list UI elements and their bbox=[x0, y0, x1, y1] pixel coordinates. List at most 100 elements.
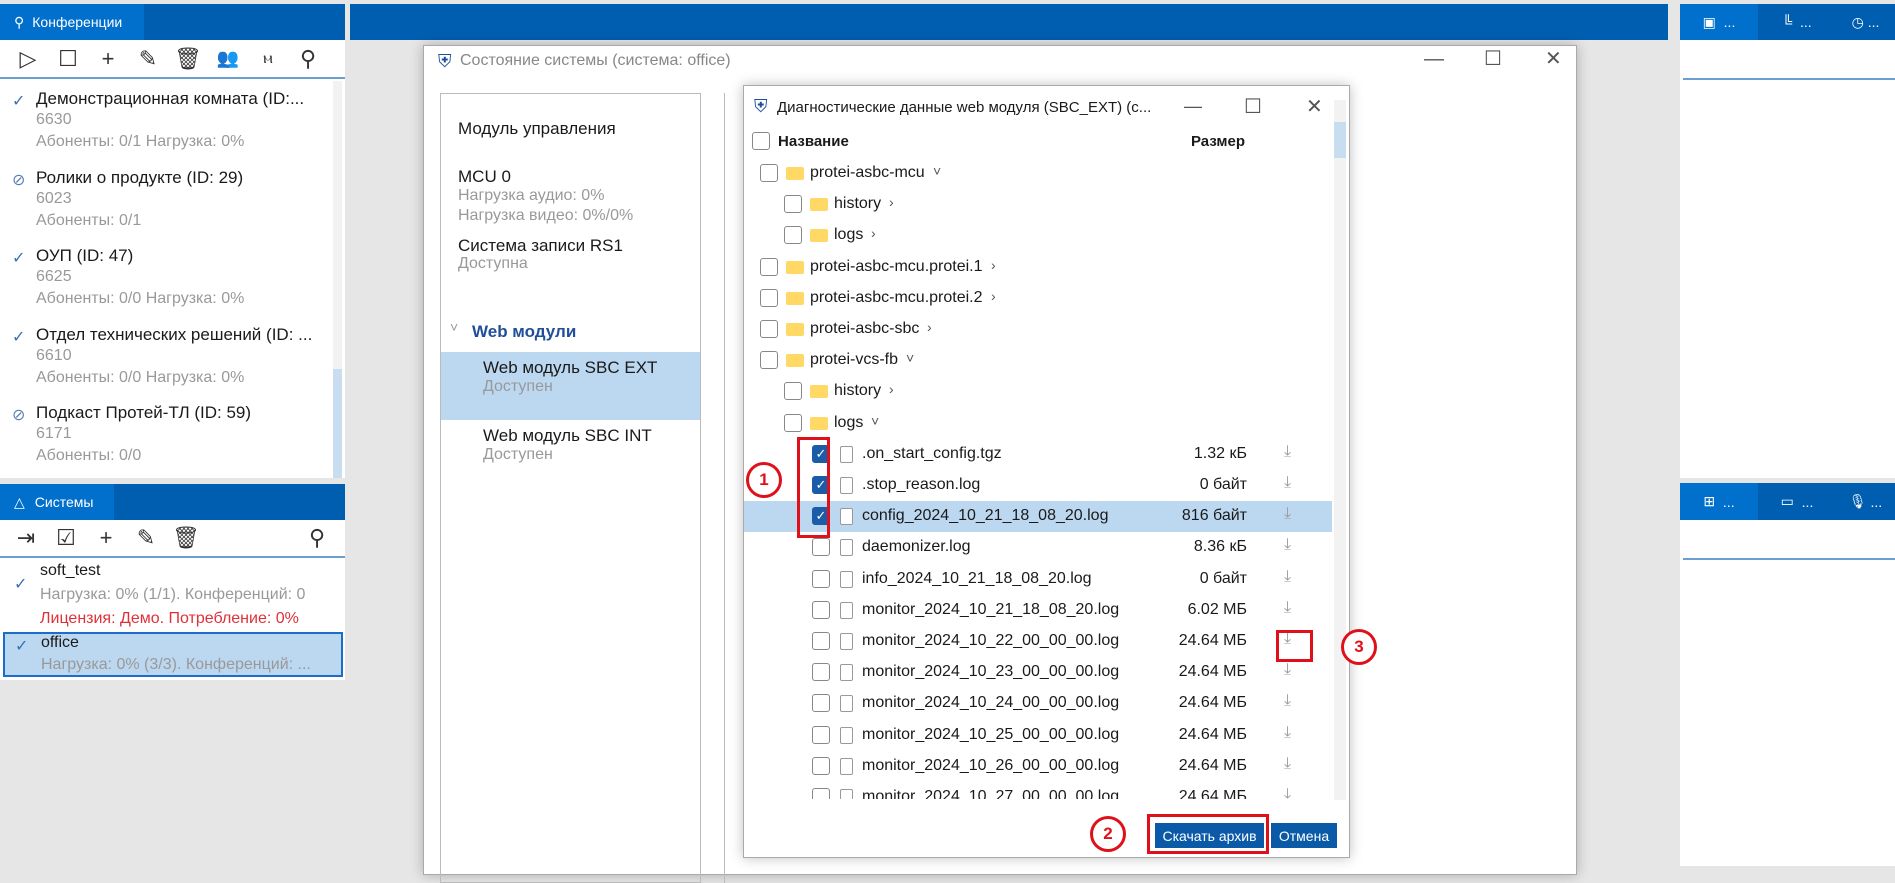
download-icon[interactable]: ⤓ bbox=[1284, 661, 1291, 679]
file-tree-scrollbar[interactable] bbox=[1334, 100, 1346, 800]
edit-icon[interactable]: ✎ bbox=[126, 525, 166, 551]
chevron-icon[interactable]: ˅ bbox=[906, 350, 914, 366]
web-module-sbc-int[interactable]: Web модуль SBC INT Доступен bbox=[441, 420, 700, 480]
download-icon[interactable]: ⤓ bbox=[1284, 755, 1291, 773]
close-button[interactable]: ✕ bbox=[1306, 94, 1323, 119]
row-checkbox[interactable] bbox=[812, 538, 830, 557]
row-checkbox[interactable] bbox=[760, 351, 778, 370]
contacts-tab[interactable]: ▣ ... bbox=[1680, 4, 1758, 40]
add-icon[interactable]: + bbox=[88, 46, 128, 72]
participants-icon[interactable]: 👥 bbox=[208, 48, 248, 69]
file-row[interactable]: monitor_2024_10_27_00_00_00.log 24.64 МБ ⤓ bbox=[744, 782, 1332, 799]
monitoring-tab[interactable]: ◷ ... bbox=[1836, 4, 1895, 40]
file-row[interactable]: monitor_2024_10_24_00_00_00.log 24.64 МБ ⤓ bbox=[744, 688, 1332, 719]
chevron-icon[interactable]: › bbox=[991, 257, 996, 273]
audio-tab[interactable]: 🎙 ... bbox=[1836, 483, 1895, 520]
group-icon[interactable]: ⲙ bbox=[248, 50, 288, 68]
folder-row[interactable]: history › bbox=[744, 376, 1332, 407]
search-icon[interactable]: ⚲ bbox=[288, 46, 328, 72]
download-icon[interactable]: ⤓ bbox=[1284, 536, 1291, 554]
row-checkbox[interactable] bbox=[784, 195, 802, 214]
web-module-sbc-ext[interactable]: Web модуль SBC EXT Доступен bbox=[441, 352, 700, 420]
statistics-tab[interactable]: ╚ ... bbox=[1758, 4, 1836, 40]
file-row[interactable]: ✓ .on_start_config.tgz 1.32 кБ ⤓ bbox=[744, 439, 1332, 470]
row-checkbox[interactable] bbox=[812, 663, 830, 682]
cancel-button[interactable]: Отмена bbox=[1271, 823, 1337, 848]
chevron-icon[interactable]: › bbox=[991, 288, 996, 304]
conference-item[interactable]: ✓ Отдел технических решений (ID: ... 6610 А… bbox=[0, 325, 330, 400]
conference-item[interactable]: ✓ ОУП (ID: 47) 6625 Абоненты: 0/0 Нагрузка:… bbox=[0, 246, 330, 321]
row-checkbox[interactable] bbox=[812, 632, 830, 650]
row-checkbox[interactable] bbox=[812, 694, 830, 713]
layouts-tab[interactable]: ⊞ ... bbox=[1680, 483, 1758, 520]
row-checkbox[interactable] bbox=[812, 788, 830, 799]
file-row[interactable]: ✓ config_2024_10_21_18_08_20.log 816 байт ⤓ bbox=[744, 501, 1332, 533]
delete-icon[interactable]: 🗑 bbox=[168, 46, 208, 72]
folder-row[interactable]: logs ˅ bbox=[744, 408, 1332, 439]
download-icon[interactable]: ⤓ bbox=[1284, 786, 1291, 799]
file-row[interactable]: daemonizer.log 8.36 кБ ⤓ bbox=[744, 532, 1332, 563]
folder-row[interactable]: history › bbox=[744, 189, 1332, 220]
row-checkbox[interactable] bbox=[812, 725, 830, 744]
add-icon[interactable]: + bbox=[86, 525, 126, 551]
folder-row[interactable]: protei-asbc-sbc › bbox=[744, 314, 1332, 345]
file-row[interactable]: monitor_2024_10_25_00_00_00.log 24.64 МБ ⤓ bbox=[744, 720, 1332, 751]
conferences-tab[interactable]: ⚲ Конференции bbox=[0, 4, 144, 40]
stop-icon[interactable]: ☐ bbox=[48, 46, 88, 72]
row-checkbox[interactable] bbox=[760, 288, 778, 307]
column-size[interactable]: Размер bbox=[1191, 133, 1245, 150]
row-checkbox[interactable] bbox=[784, 382, 802, 401]
row-checkbox[interactable] bbox=[760, 320, 778, 338]
search-icon[interactable]: ⚲ bbox=[297, 525, 337, 551]
file-row[interactable]: monitor_2024_10_22_00_00_00.log 24.64 МБ ⤓ bbox=[744, 626, 1332, 657]
edit-icon[interactable]: ✎ bbox=[128, 46, 168, 72]
chevron-down-icon[interactable]: ˅ bbox=[450, 319, 458, 335]
chevron-icon[interactable]: › bbox=[927, 319, 932, 335]
file-row[interactable]: info_2024_10_21_18_08_20.log 0 байт ⤓ bbox=[744, 564, 1332, 595]
row-checkbox[interactable] bbox=[760, 164, 778, 182]
folder-row[interactable]: protei-asbc-mcu ˅ bbox=[744, 158, 1332, 189]
maximize-button[interactable]: ☐ bbox=[1244, 94, 1262, 119]
control-module-label[interactable]: Модуль управления bbox=[458, 119, 616, 139]
delete-icon[interactable]: 🗑 bbox=[166, 525, 206, 551]
chevron-icon[interactable]: › bbox=[889, 194, 894, 210]
minimize-button[interactable]: — bbox=[1184, 96, 1202, 117]
systems-tab[interactable]: △ Системы bbox=[0, 484, 114, 520]
conference-item[interactable]: ✓ Демонстрационная комната (ID:... 6630 Або… bbox=[0, 89, 330, 164]
close-button[interactable]: ✕ bbox=[1545, 46, 1562, 71]
folder-row[interactable]: protei-vcs-fb ˅ bbox=[744, 345, 1332, 376]
folder-row[interactable]: protei-asbc-mcu.protei.2 › bbox=[744, 283, 1332, 314]
download-icon[interactable]: ⤓ bbox=[1284, 692, 1291, 710]
download-icon[interactable]: ⤓ bbox=[1284, 724, 1291, 742]
chevron-icon[interactable]: › bbox=[871, 225, 876, 241]
row-checkbox[interactable] bbox=[784, 413, 802, 432]
conference-scrollbar[interactable] bbox=[333, 81, 342, 478]
screens-tab[interactable]: ▭ ... bbox=[1758, 483, 1836, 520]
chevron-icon[interactable]: ˅ bbox=[871, 413, 879, 429]
maximize-button[interactable]: ☐ bbox=[1484, 46, 1502, 71]
folder-row[interactable]: logs › bbox=[744, 220, 1332, 251]
minimize-button[interactable]: — bbox=[1424, 48, 1444, 71]
download-icon[interactable]: ⤓ bbox=[1284, 505, 1291, 523]
web-modules-group[interactable]: Web модули bbox=[472, 322, 576, 342]
folder-row[interactable]: protei-asbc-mcu.protei.1 › bbox=[744, 252, 1332, 283]
download-icon[interactable]: ⤓ bbox=[1284, 568, 1291, 586]
download-icon[interactable]: ⤓ bbox=[1284, 443, 1291, 461]
row-checkbox[interactable] bbox=[784, 226, 802, 245]
start-icon[interactable]: ▷ bbox=[8, 46, 48, 72]
check-square-icon[interactable]: ☑ bbox=[46, 525, 86, 551]
system-item-selected[interactable]: ✓ office Нагрузка: 0% (3/3). Конференций… bbox=[3, 632, 343, 677]
conference-item[interactable]: ⊘ Подкаст Протей-ТЛ (ID: 59) 6171 Абоненты:… bbox=[0, 403, 330, 478]
select-all-checkbox[interactable] bbox=[752, 132, 770, 150]
download-icon[interactable]: ⤓ bbox=[1284, 599, 1291, 617]
row-checkbox[interactable] bbox=[812, 756, 830, 775]
chevron-icon[interactable]: ˅ bbox=[933, 163, 941, 179]
file-row[interactable]: ✓ .stop_reason.log 0 байт ⤓ bbox=[744, 470, 1332, 501]
row-checkbox[interactable] bbox=[760, 257, 778, 276]
row-checkbox[interactable] bbox=[812, 569, 830, 588]
file-row[interactable]: monitor_2024_10_26_00_00_00.log 24.64 МБ ⤓ bbox=[744, 751, 1332, 782]
file-row[interactable]: monitor_2024_10_21_18_08_20.log 6.02 МБ ⤓ bbox=[744, 595, 1332, 626]
download-icon[interactable]: ⤓ bbox=[1284, 474, 1291, 492]
chevron-icon[interactable]: › bbox=[889, 381, 894, 397]
row-checkbox[interactable] bbox=[812, 600, 830, 619]
